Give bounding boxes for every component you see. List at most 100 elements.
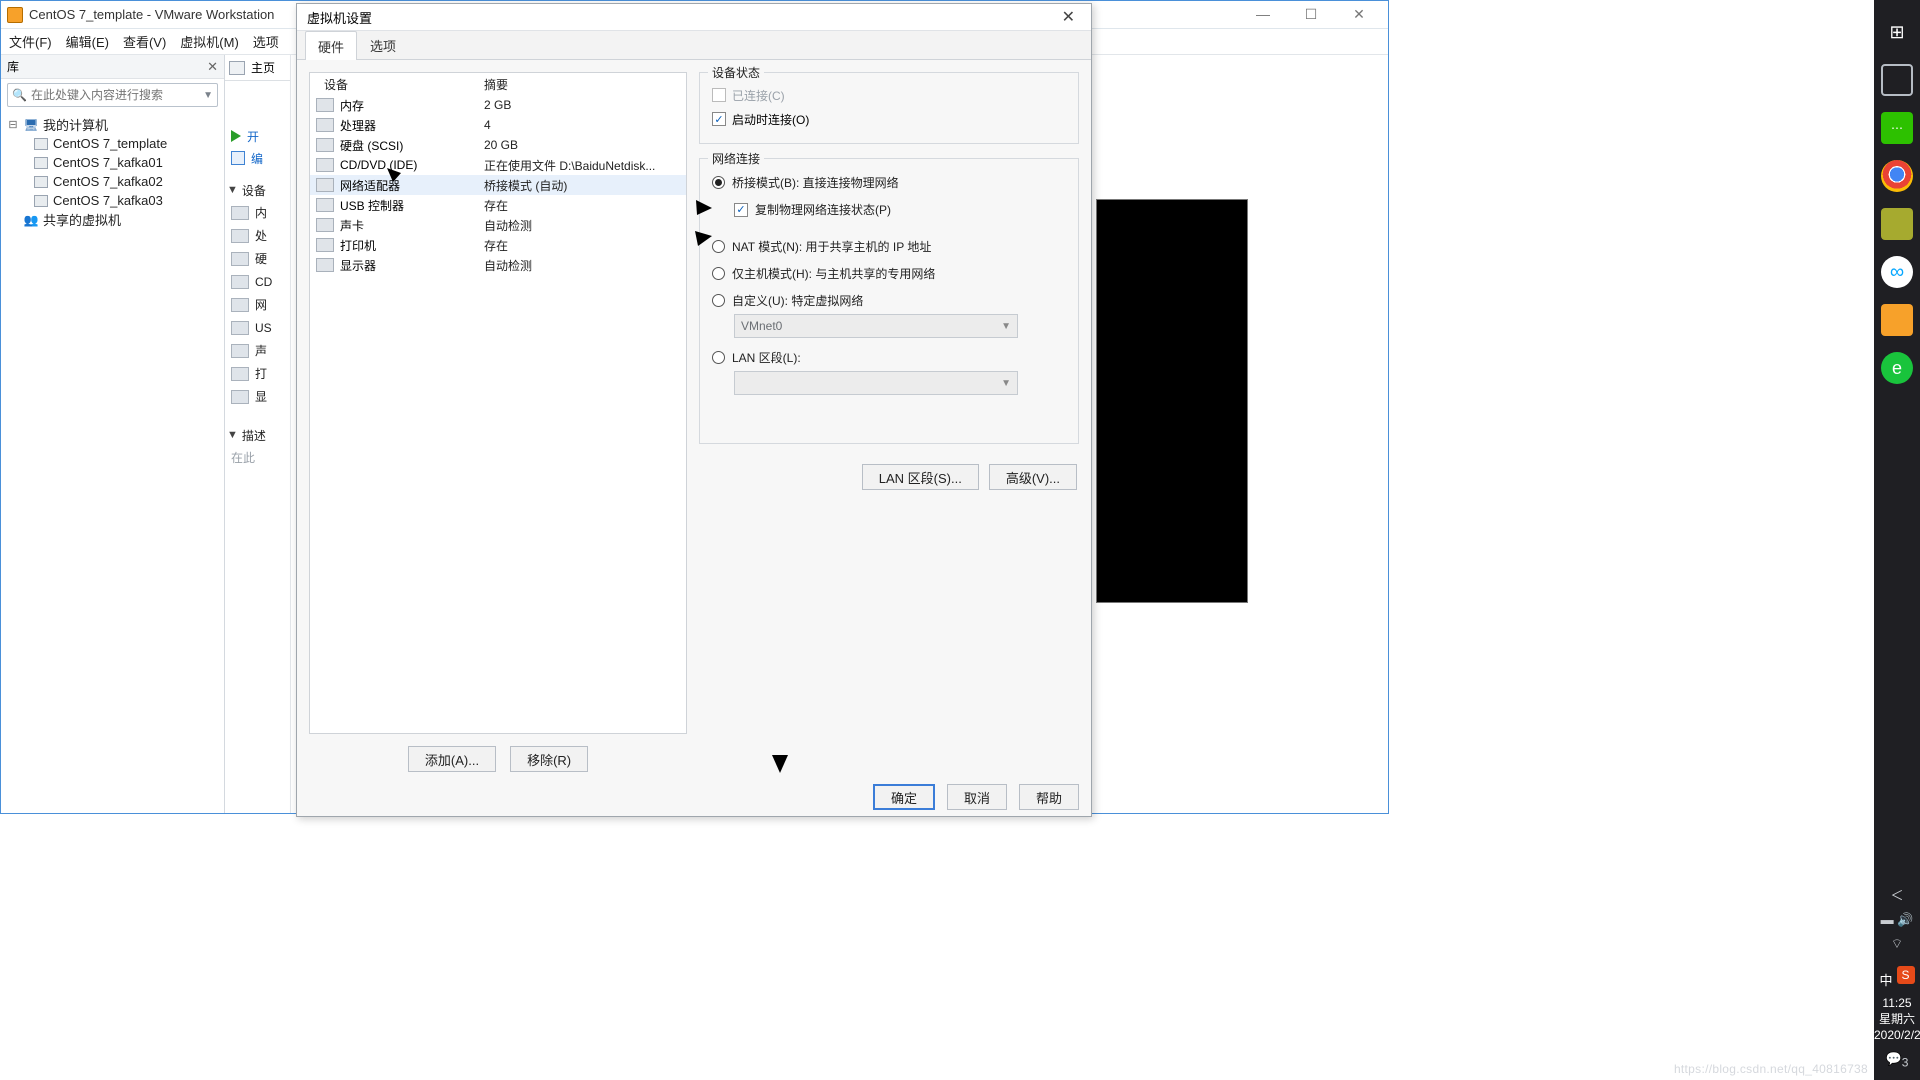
sogou-icon[interactable]: S (1897, 966, 1915, 984)
hardware-header-row: 设备 摘要 (310, 73, 686, 95)
library-search[interactable]: 🔍 ▼ (7, 83, 218, 107)
radio-custom[interactable] (712, 294, 725, 307)
dev-sound[interactable]: 声 (225, 339, 290, 362)
opt-hostonly[interactable]: 仅主机模式(H): 与主机共享的专用网络 (712, 260, 1066, 287)
dialog-footer: 确定 取消 帮助 (873, 784, 1079, 810)
chk-connected-row: 已连接(C) (712, 83, 1066, 107)
tab-options[interactable]: 选项 (357, 30, 409, 59)
tab-hardware[interactable]: 硬件 (305, 31, 357, 60)
description-section-header[interactable]: ▼描述 (225, 424, 290, 446)
menu-file[interactable]: 文件(F) (9, 32, 52, 51)
tab-home[interactable]: 主页 (251, 59, 275, 76)
hw-printer[interactable]: 打印机存在 (310, 235, 686, 255)
minimize-button[interactable]: — (1248, 6, 1278, 23)
action-center-icon[interactable]: 💬3 (1886, 1051, 1909, 1070)
task-view-icon[interactable] (1881, 64, 1913, 96)
menu-extra[interactable]: 选项 (253, 32, 279, 51)
tree-shared-vms[interactable]: 👥 共享的虚拟机 (5, 210, 224, 229)
chrome-icon[interactable] (1881, 160, 1913, 192)
cancel-button[interactable]: 取消 (947, 784, 1007, 810)
vm-icon (34, 195, 48, 207)
opt-custom[interactable]: 自定义(U): 特定虚拟网络 (712, 287, 1066, 314)
wechat-icon[interactable]: ⋯ (1881, 112, 1913, 144)
hw-network[interactable]: 网络适配器桥接模式 (自动) (310, 175, 686, 195)
library-close-icon[interactable]: ✕ (207, 59, 218, 75)
menu-vm[interactable]: 虚拟机(M) (180, 32, 239, 51)
checkbox-connect-at-power-on[interactable]: ✓ (712, 112, 726, 126)
hardware-grid[interactable]: 设备 摘要 内存2 GB 处理器4 硬盘 (SCSI)20 GB CD/DVD … (309, 72, 687, 734)
tree-my-computer[interactable]: ⊟ 🖥 我的计算机 (5, 115, 224, 134)
ok-button[interactable]: 确定 (873, 784, 935, 810)
group-device-state: 设备状态 已连接(C) ✓ 启动时连接(O) (699, 72, 1079, 144)
opt-bridge[interactable]: 桥接模式(B): 直接连接物理网络 (712, 169, 1066, 196)
radio-bridge[interactable] (712, 176, 725, 189)
dev-cpu[interactable]: 处 (225, 224, 290, 247)
help-button[interactable]: 帮助 (1019, 784, 1079, 810)
sound-icon (231, 344, 249, 358)
hw-usb[interactable]: USB 控制器存在 (310, 195, 686, 215)
radio-hostonly[interactable] (712, 267, 725, 280)
hw-display[interactable]: 显示器自动检测 (310, 255, 686, 275)
network-icon (316, 178, 334, 192)
search-dropdown-icon[interactable]: ▼ (203, 90, 213, 101)
clock[interactable]: 11:25 星期六 2020/2/22 (1874, 995, 1920, 1044)
menu-view[interactable]: 查看(V) (123, 32, 166, 51)
add-hardware-button[interactable]: 添加(A)... (408, 746, 496, 772)
action-power-on[interactable]: 开 (225, 125, 290, 147)
tree-vm-kafka03[interactable]: CentOS 7_kafka03 (31, 191, 224, 210)
clock-date: 2020/2/22 (1874, 1027, 1920, 1043)
hw-cd[interactable]: CD/DVD (IDE)正在使用文件 D:\BaiduNetdisk... (310, 155, 686, 175)
notepad-icon[interactable] (1881, 208, 1913, 240)
lan-segments-button[interactable]: LAN 区段(S)... (862, 464, 979, 490)
maximize-button[interactable]: ☐ (1296, 6, 1326, 23)
checkbox-replicate[interactable]: ✓ (734, 203, 748, 217)
baidu-netdisk-icon[interactable]: ∞ (1881, 256, 1913, 288)
dev-memory[interactable]: 内 (225, 201, 290, 224)
chk-replicate-row[interactable]: ✓ 复制物理网络连接状态(P) (712, 196, 1066, 223)
menu-edit[interactable]: 编辑(E) (66, 32, 109, 51)
devices-section-header[interactable]: ▼设备 (225, 179, 290, 201)
tray-expand-icon[interactable]: ＜ (1890, 885, 1903, 904)
memory-icon (231, 206, 249, 220)
chevron-down-icon: ▼ (227, 184, 238, 196)
advanced-button[interactable]: 高级(V)... (989, 464, 1077, 490)
cd-icon (231, 275, 249, 289)
dev-net[interactable]: 网 (225, 293, 290, 316)
dev-display[interactable]: 显 (225, 385, 290, 408)
tree-vm-template[interactable]: CentOS 7_template (31, 134, 224, 153)
chk-connect-on-row[interactable]: ✓ 启动时连接(O) (712, 107, 1066, 131)
action-edit-settings[interactable]: 编 (225, 147, 290, 169)
close-button[interactable]: ✕ (1344, 6, 1374, 23)
label-connect-at-power-on: 启动时连接(O) (732, 111, 809, 128)
battery-icon[interactable]: ▬ 🔊 (1881, 912, 1914, 928)
dev-usb[interactable]: US (225, 316, 290, 339)
wifi-icon[interactable]: ⌔ (1891, 936, 1903, 952)
dev-printer[interactable]: 打 (225, 362, 290, 385)
opt-lan[interactable]: LAN 区段(L): (712, 344, 1066, 371)
hw-memory[interactable]: 内存2 GB (310, 95, 686, 115)
vmware-icon[interactable] (1881, 304, 1913, 336)
start-button[interactable]: ⊞ (1881, 16, 1913, 48)
tree-vm-kafka02[interactable]: CentOS 7_kafka02 (31, 172, 224, 191)
dev-disk[interactable]: 硬 (225, 247, 290, 270)
vmware-icon (7, 7, 23, 23)
dev-cd[interactable]: CD (225, 270, 290, 293)
hw-sound[interactable]: 声卡自动检测 (310, 215, 686, 235)
ime-indicator[interactable]: 中 (1879, 970, 1892, 989)
play-icon (231, 130, 241, 142)
label-custom: 自定义(U): 特定虚拟网络 (732, 292, 863, 309)
hw-cpu[interactable]: 处理器4 (310, 115, 686, 135)
tree-vm-kafka01[interactable]: CentOS 7_kafka01 (31, 153, 224, 172)
search-input[interactable] (31, 88, 203, 102)
radio-lan[interactable] (712, 351, 725, 364)
dialog-close-icon[interactable]: ✕ (1056, 7, 1081, 27)
library-tree: ⊟ 🖥 我的计算机 CentOS 7_template CentOS 7_kaf… (1, 111, 224, 229)
hw-disk[interactable]: 硬盘 (SCSI)20 GB (310, 135, 686, 155)
group-title-state: 设备状态 (708, 64, 764, 81)
360-icon[interactable]: e (1881, 352, 1913, 384)
group-title-net: 网络连接 (708, 150, 764, 167)
shared-icon: 👥 (23, 213, 39, 227)
opt-nat[interactable]: NAT 模式(N): 用于共享主机的 IP 地址 (712, 233, 1066, 260)
radio-nat[interactable] (712, 240, 725, 253)
remove-hardware-button[interactable]: 移除(R) (510, 746, 588, 772)
